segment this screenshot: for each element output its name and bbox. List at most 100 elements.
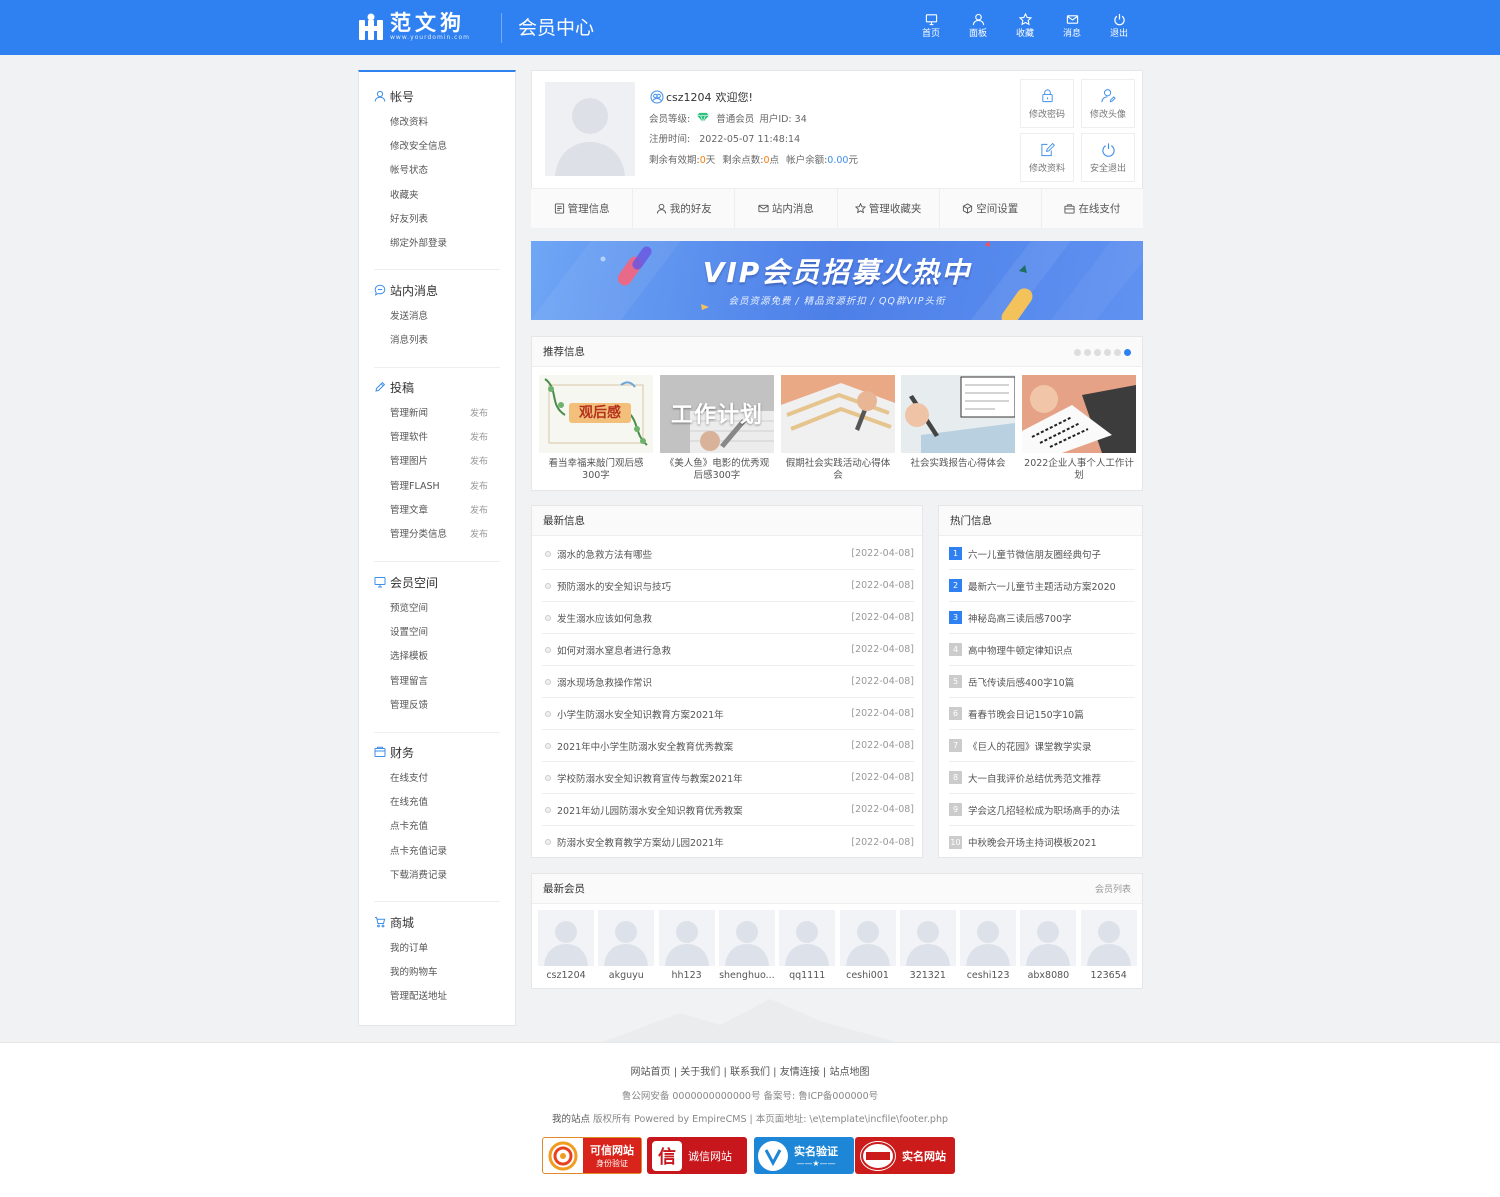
recommend-item[interactable]: 假期社会实践活动心得体会: [781, 375, 895, 482]
sidebar-item-send-message[interactable]: 发送消息: [390, 310, 500, 324]
member-item[interactable]: qq1111: [779, 910, 836, 982]
sidebar-item-manage-flash[interactable]: 管理FLASH 发布: [390, 480, 500, 494]
sidebar-item-manage-articles[interactable]: 管理文章 发布: [390, 504, 500, 518]
sidebar-item-manage-images[interactable]: 管理图片 发布: [390, 455, 500, 469]
hot-row[interactable]: 3 神秘岛高三读后感700字: [949, 602, 1135, 634]
footer-site-link[interactable]: 我的站点: [552, 1114, 590, 1125]
sidebar-item-online-recharge[interactable]: 在线充值: [390, 796, 500, 810]
recommend-item[interactable]: 工作计划 《美人鱼》电影的优秀观后感300字: [660, 375, 774, 482]
sidebar-item-preview-space[interactable]: 预览空间: [390, 602, 500, 616]
news-row[interactable]: 学校防溺水安全知识教育宣传与教案2021年 [2022-04-08]: [542, 762, 914, 794]
sidebar-item-account-status[interactable]: 帐号状态: [390, 164, 500, 178]
news-row[interactable]: 防溺水安全教育教学方案幼儿园2021年 [2022-04-08]: [542, 826, 914, 858]
hot-row[interactable]: 4 高中物理牛顿定律知识点: [949, 634, 1135, 666]
change-password-button[interactable]: 修改密码: [1020, 79, 1074, 128]
news-row[interactable]: 如何对溺水窒息者进行急救 [2022-04-08]: [542, 634, 914, 666]
publish-link[interactable]: 发布: [470, 407, 488, 421]
nav-favorites[interactable]: 收藏: [1010, 13, 1040, 40]
trust-badge-realname-verify[interactable]: 实名验证 ——★——: [754, 1137, 854, 1174]
sidebar-item-manage-news[interactable]: 管理新闻 发布: [390, 407, 500, 421]
hot-row[interactable]: 7 《巨人的花园》课堂教学实录: [949, 730, 1135, 762]
member-item[interactable]: csz1204: [538, 910, 594, 982]
sidebar-item-manage-feedback[interactable]: 管理反馈: [390, 699, 500, 713]
sidebar-item-friends[interactable]: 好友列表: [390, 213, 500, 227]
news-row[interactable]: 2021年幼儿园防溺水安全知识教育优秀教案 [2022-04-08]: [542, 794, 914, 826]
sidebar-item-manage-software[interactable]: 管理软件 发布: [390, 431, 500, 445]
member-item[interactable]: ceshi001: [839, 910, 896, 982]
news-row[interactable]: 发生溺水应该如何急救 [2022-04-08]: [542, 602, 914, 634]
site-logo[interactable]: 范文狗 www.yourdomin.com: [358, 10, 470, 44]
member-item[interactable]: ceshi123: [960, 910, 1017, 982]
sidebar-item-message-list[interactable]: 消息列表: [390, 334, 500, 348]
member-item[interactable]: hh123: [658, 910, 715, 982]
hot-row[interactable]: 8 大一自我评价总结优秀范文推荐: [949, 762, 1135, 794]
trust-badge-credible[interactable]: 可信网站 身份验证: [542, 1137, 642, 1174]
member-item[interactable]: 321321: [899, 910, 956, 982]
slider-dot[interactable]: [1084, 349, 1091, 356]
footer-link-friends[interactable]: 友情连接: [780, 1067, 820, 1078]
nav-panel[interactable]: 面板: [963, 13, 993, 40]
news-row[interactable]: 预防溺水的安全知识与技巧 [2022-04-08]: [542, 570, 914, 602]
member-item[interactable]: akguyu: [598, 910, 655, 982]
tab-manage-info[interactable]: 管理信息: [531, 189, 634, 228]
footer-link-about[interactable]: 关于我们: [680, 1067, 720, 1078]
slider-dot-active[interactable]: [1124, 349, 1131, 356]
publish-link[interactable]: 发布: [470, 455, 488, 469]
footer-link-sitemap[interactable]: 站点地图: [829, 1067, 869, 1078]
sidebar-item-set-space[interactable]: 设置空间: [390, 626, 500, 640]
vip-banner[interactable]: VIP会员招募火热中 会员资源免费 / 精品资源折扣 / QQ群VIP头衔: [531, 241, 1143, 320]
slider-dot[interactable]: [1074, 349, 1081, 356]
member-list-link[interactable]: 会员列表: [1095, 882, 1131, 895]
nav-logout[interactable]: 退出: [1104, 13, 1134, 40]
sidebar-item-manage-classifieds[interactable]: 管理分类信息 发布: [390, 528, 500, 542]
nav-home[interactable]: 首页: [916, 13, 946, 40]
sidebar-item-choose-template[interactable]: 选择模板: [390, 650, 500, 664]
hot-row[interactable]: 2 最新六一儿童节主题活动方案2020: [949, 570, 1135, 602]
sidebar-item-card-recharge-log[interactable]: 点卡充值记录: [390, 845, 500, 859]
sidebar-item-bind-login[interactable]: 绑定外部登录: [390, 237, 500, 251]
user-avatar[interactable]: [545, 82, 635, 176]
tab-manage-favorites[interactable]: 管理收藏夹: [838, 189, 940, 228]
safe-logout-button[interactable]: 安全退出: [1081, 133, 1135, 182]
tab-space-settings[interactable]: 空间设置: [940, 189, 1042, 228]
tab-site-messages[interactable]: 站内消息: [735, 189, 838, 228]
sidebar-item-edit-profile[interactable]: 修改资料: [390, 116, 500, 130]
footer-link-home[interactable]: 网站首页: [631, 1067, 671, 1078]
publish-link[interactable]: 发布: [470, 431, 488, 445]
member-item[interactable]: shenghuo...: [718, 910, 775, 982]
hot-row[interactable]: 9 学会这几招轻松成为职场高手的办法: [949, 794, 1135, 826]
member-item[interactable]: abx8080: [1020, 910, 1077, 982]
sidebar-item-card-recharge[interactable]: 点卡充值: [390, 820, 500, 834]
hot-row[interactable]: 10 中秋晚会开场主持词模板2021: [949, 826, 1135, 858]
news-row[interactable]: 溺水的急救方法有哪些 [2022-04-08]: [542, 538, 914, 570]
sidebar-item-download-log[interactable]: 下载消费记录: [390, 869, 500, 883]
hot-row[interactable]: 1 六一儿童节微信朋友圈经典句子: [949, 538, 1135, 570]
sidebar-item-favorites[interactable]: 收藏夹: [390, 189, 500, 203]
publish-link[interactable]: 发布: [470, 480, 488, 494]
trust-badge-realname-site[interactable]: 实名网站: [855, 1137, 955, 1174]
edit-profile-button[interactable]: 修改资料: [1020, 133, 1074, 182]
sidebar-item-my-orders[interactable]: 我的订单: [390, 942, 500, 956]
slider-dot[interactable]: [1114, 349, 1121, 356]
nav-messages[interactable]: 消息: [1057, 13, 1087, 40]
footer-link-contact[interactable]: 联系我们: [730, 1067, 770, 1078]
slider-dot[interactable]: [1094, 349, 1101, 356]
sidebar-item-my-cart[interactable]: 我的购物车: [390, 966, 500, 980]
sidebar-item-online-pay[interactable]: 在线支付: [390, 772, 500, 786]
member-item[interactable]: 123654: [1080, 910, 1137, 982]
hot-row[interactable]: 6 看春节晚会日记150字10篇: [949, 698, 1135, 730]
publish-link[interactable]: 发布: [470, 528, 488, 542]
recommend-item[interactable]: 观后感 看当幸福来敲门观后感300字: [539, 375, 653, 482]
news-row[interactable]: 小学生防溺水安全知识教育方案2021年 [2022-04-08]: [542, 698, 914, 730]
recommend-item[interactable]: 社会实践报告心得体会: [901, 375, 1015, 470]
hot-row[interactable]: 5 岳飞传读后感400字10篇: [949, 666, 1135, 698]
publish-link[interactable]: 发布: [470, 504, 488, 518]
news-row[interactable]: 2021年中小学生防溺水安全教育优秀教案 [2022-04-08]: [542, 730, 914, 762]
change-avatar-button[interactable]: 修改头像: [1081, 79, 1135, 128]
news-row[interactable]: 溺水现场急救操作常识 [2022-04-08]: [542, 666, 914, 698]
tab-online-payment[interactable]: 在线支付: [1042, 189, 1143, 228]
sidebar-item-manage-guestbook[interactable]: 管理留言: [390, 675, 500, 689]
recommend-item[interactable]: 2022企业人事个人工作计划: [1022, 375, 1136, 482]
slider-dot[interactable]: [1104, 349, 1111, 356]
sidebar-item-security-info[interactable]: 修改安全信息: [390, 140, 500, 154]
